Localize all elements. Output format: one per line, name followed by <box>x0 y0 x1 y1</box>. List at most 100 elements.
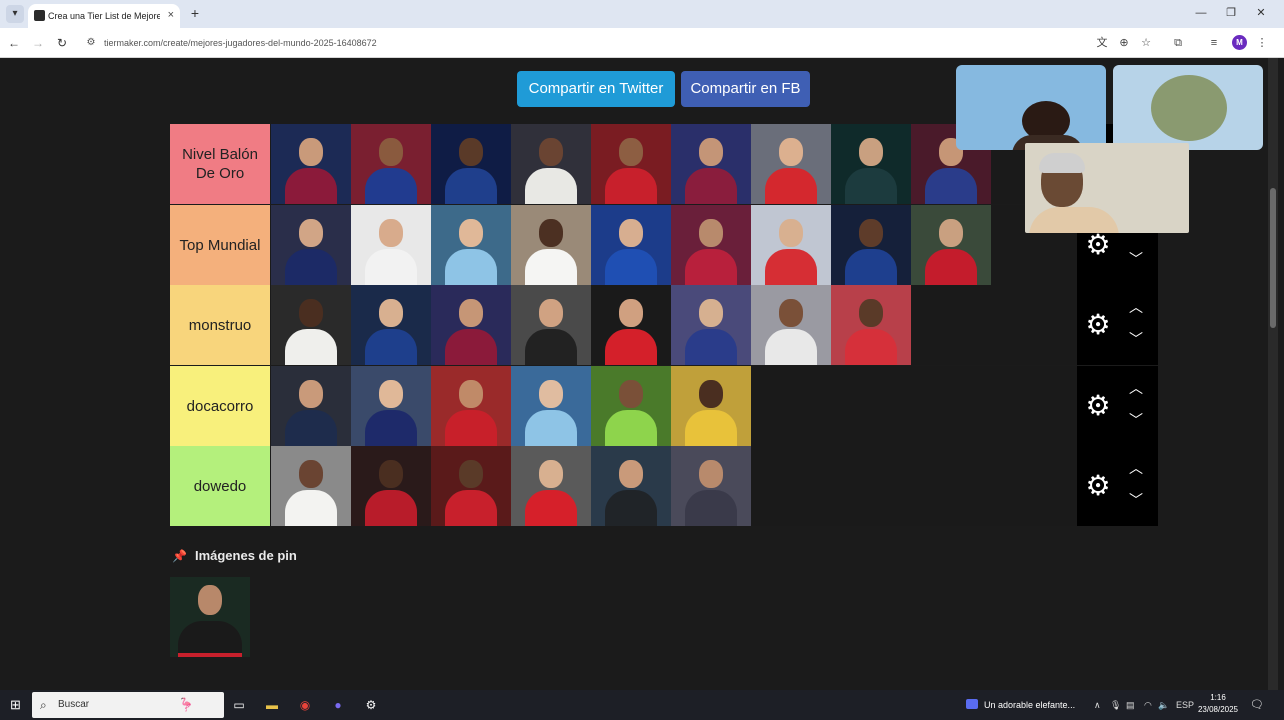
player-image[interactable] <box>591 124 671 204</box>
player-jersey <box>525 249 577 285</box>
tray-chevron-icon[interactable]: ∧ <box>1094 698 1101 712</box>
windows-start-icon[interactable]: ⊞ <box>10 698 24 712</box>
task-view-icon[interactable]: ▭ <box>230 696 248 714</box>
player-jersey <box>285 490 337 526</box>
move-tier-down-icon[interactable]: ﹀ <box>1125 410 1147 430</box>
player-image[interactable] <box>351 366 431 446</box>
network-icon[interactable]: ▤ <box>1126 698 1135 712</box>
move-tier-up-icon[interactable]: ︿ <box>1125 297 1147 317</box>
settings-gear-icon[interactable]: ⚙ <box>362 696 380 714</box>
tier-label[interactable]: monstruo <box>170 285 270 365</box>
minimize-icon[interactable]: — <box>1194 6 1208 20</box>
volume-icon[interactable]: 🔈 <box>1158 698 1169 712</box>
player-head <box>299 299 323 327</box>
move-tier-up-icon[interactable]: ︿ <box>1125 458 1147 478</box>
address-bar[interactable]: tiermaker.com/create/mejores-jugadores-d… <box>104 36 377 50</box>
share-facebook-button[interactable]: Compartir en FB <box>681 71 810 107</box>
taskbar-search-input[interactable]: ⌕ Buscar 🦩 <box>32 692 224 718</box>
chrome-icon[interactable]: ◉ <box>296 696 314 714</box>
player-image[interactable] <box>351 285 431 365</box>
tier-label[interactable]: Top Mundial <box>170 205 270 285</box>
player-image[interactable] <box>431 124 511 204</box>
tier-settings-gear-icon[interactable]: ⚙ <box>1082 470 1114 502</box>
site-settings-icon[interactable]: ⚙ <box>84 36 98 50</box>
share-twitter-button[interactable]: Compartir en Twitter <box>517 71 675 107</box>
tier-label[interactable]: docacorro <box>170 366 270 446</box>
pinned-player-image[interactable] <box>170 577 250 657</box>
player-image[interactable] <box>351 205 431 285</box>
tier-settings-gear-icon[interactable]: ⚙ <box>1082 309 1114 341</box>
tier-label[interactable]: dowedo <box>170 446 270 526</box>
tab-close-icon[interactable]: × <box>168 8 174 22</box>
language-indicator[interactable]: ESP <box>1176 698 1194 712</box>
move-tier-down-icon[interactable]: ﹀ <box>1125 490 1147 510</box>
tier-settings-gear-icon[interactable]: ⚙ <box>1082 390 1114 422</box>
file-explorer-icon[interactable]: ▬ <box>263 696 281 714</box>
tier-settings-gear-icon[interactable]: ⚙ <box>1082 229 1114 261</box>
video-call-tile[interactable] <box>1113 65 1263 150</box>
new-tab-button[interactable]: + <box>187 5 203 21</box>
player-image[interactable] <box>671 446 751 526</box>
player-image[interactable] <box>511 205 591 285</box>
move-tier-down-icon[interactable]: ﹀ <box>1125 329 1147 349</box>
scrollbar-thumb[interactable] <box>1270 188 1276 328</box>
video-call-tile[interactable] <box>956 65 1106 150</box>
zoom-icon[interactable]: ⊕ <box>1116 35 1132 51</box>
profile-avatar[interactable]: M <box>1232 35 1247 50</box>
player-image[interactable] <box>591 205 671 285</box>
media-control-icon[interactable]: ≡ <box>1206 35 1222 51</box>
self-video-tile[interactable] <box>1025 143 1189 233</box>
notifications-icon[interactable]: 🗨 <box>1250 697 1264 713</box>
player-image[interactable] <box>591 285 671 365</box>
player-image[interactable] <box>751 124 831 204</box>
player-image[interactable] <box>671 124 751 204</box>
player-image[interactable] <box>271 285 351 365</box>
player-image[interactable] <box>431 285 511 365</box>
player-image[interactable] <box>511 124 591 204</box>
player-image[interactable] <box>911 205 991 285</box>
system-clock[interactable]: 1:16 23/08/2025 <box>1196 692 1240 716</box>
player-image[interactable] <box>431 366 511 446</box>
player-image[interactable] <box>431 205 511 285</box>
translate-icon[interactable]: 文 <box>1094 35 1110 51</box>
restore-icon[interactable]: ❐ <box>1224 6 1238 20</box>
bookmark-star-icon[interactable]: ☆ <box>1138 35 1154 51</box>
media-widget[interactable]: Un adorable elefante... <box>966 697 1075 713</box>
player-image[interactable] <box>831 124 911 204</box>
player-image[interactable] <box>751 285 831 365</box>
extensions-icon[interactable]: ⧉ <box>1170 35 1186 51</box>
tier-controls: ⚙ ︿ ﹀ <box>1077 446 1158 526</box>
player-image[interactable] <box>351 446 431 526</box>
page-scrollbar[interactable] <box>1268 58 1278 690</box>
back-arrow-icon[interactable]: ← <box>6 35 22 51</box>
wifi-icon[interactable]: ◠ <box>1144 698 1152 712</box>
player-image[interactable] <box>271 124 351 204</box>
player-image[interactable] <box>511 285 591 365</box>
player-image[interactable] <box>511 366 591 446</box>
microphone-icon[interactable]: 🎙 <box>1110 698 1121 712</box>
player-image[interactable] <box>271 366 351 446</box>
player-image[interactable] <box>511 446 591 526</box>
player-image[interactable] <box>431 446 511 526</box>
player-image[interactable] <box>591 366 671 446</box>
tier-label[interactable]: Nivel Balón De Oro <box>170 124 270 204</box>
player-image[interactable] <box>351 124 431 204</box>
move-tier-up-icon[interactable]: ︿ <box>1125 378 1147 398</box>
more-menu-icon[interactable]: ⋮ <box>1254 35 1270 51</box>
player-image[interactable] <box>671 285 751 365</box>
window-close-icon[interactable]: ✕ <box>1254 6 1268 20</box>
tab-tiermaker[interactable]: Crea una Tier List de Mejores jugadores … <box>28 4 180 28</box>
video-app-icon[interactable]: ● <box>329 696 347 714</box>
player-image[interactable] <box>591 446 671 526</box>
forward-arrow-icon[interactable]: → <box>30 35 46 51</box>
player-image[interactable] <box>831 285 911 365</box>
player-image[interactable] <box>751 205 831 285</box>
player-image[interactable] <box>271 205 351 285</box>
player-image[interactable] <box>671 205 751 285</box>
tab-search-icon[interactable]: ▾ <box>6 5 24 23</box>
reload-icon[interactable]: ↻ <box>54 35 70 51</box>
move-tier-down-icon[interactable]: ﹀ <box>1125 249 1147 269</box>
player-image[interactable] <box>671 366 751 446</box>
player-image[interactable] <box>271 446 351 526</box>
player-image[interactable] <box>831 205 911 285</box>
